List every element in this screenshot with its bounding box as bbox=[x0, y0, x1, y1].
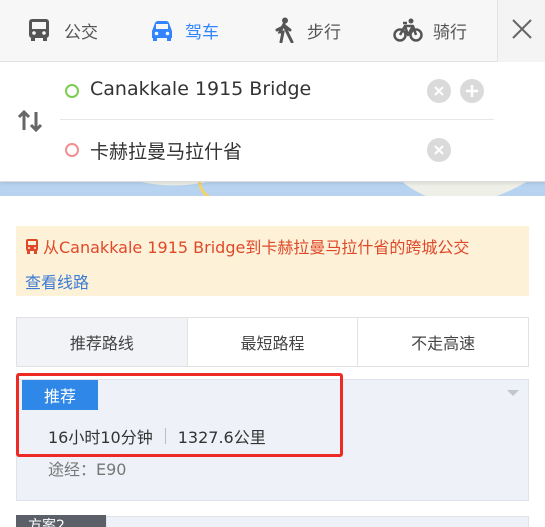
clear-icon bbox=[434, 86, 444, 96]
tab-walk-label: 步行 bbox=[307, 22, 341, 43]
close-button[interactable] bbox=[497, 0, 545, 62]
route-strategy-tabs: 推荐路线 最短路程 不走高速 bbox=[16, 317, 529, 367]
notice-text: 从Canakkale 1915 Bridge到卡赫拉曼马拉什省的跨城公交 bbox=[43, 238, 470, 257]
plan-duration: 16小时10分钟 bbox=[48, 428, 153, 447]
view-route-link[interactable]: 查看线路 bbox=[25, 269, 89, 293]
plan-summary: 16小时10分钟 1327.6公里 bbox=[48, 424, 266, 448]
swap-button[interactable] bbox=[16, 108, 44, 134]
destination-location-text[interactable]: 卡赫拉曼马拉什省 bbox=[90, 137, 242, 164]
bike-icon bbox=[393, 17, 423, 43]
plan-via-road: 途经：E90 bbox=[48, 460, 127, 479]
start-point-icon bbox=[65, 84, 79, 98]
divider bbox=[164, 428, 166, 444]
recommended-badge: 推荐 bbox=[22, 380, 98, 410]
tab-walk[interactable]: 步行 bbox=[271, 10, 341, 50]
start-field[interactable]: Canakkale 1915 Bridge bbox=[60, 62, 494, 120]
walk-icon bbox=[271, 17, 297, 43]
clear-destination-button[interactable] bbox=[427, 138, 451, 162]
plan-2-badge[interactable]: 方案2 bbox=[16, 515, 106, 527]
tab-avoid-highway[interactable]: 不走高速 bbox=[358, 318, 529, 366]
route-results: 从Canakkale 1915 Bridge到卡赫拉曼马拉什省的跨城公交 查看线… bbox=[0, 196, 545, 527]
add-waypoint-icon bbox=[466, 85, 478, 97]
notice-text-row: 从Canakkale 1915 Bridge到卡赫拉曼马拉什省的跨城公交 bbox=[24, 234, 469, 258]
tab-bus-label: 公交 bbox=[64, 22, 98, 43]
bus-icon bbox=[24, 238, 40, 255]
end-point-icon bbox=[65, 143, 79, 157]
tab-recommended-route[interactable]: 推荐路线 bbox=[17, 318, 188, 366]
clear-start-button[interactable] bbox=[427, 79, 451, 103]
start-location-text[interactable]: Canakkale 1915 Bridge bbox=[90, 78, 311, 100]
intercity-bus-notice: 从Canakkale 1915 Bridge到卡赫拉曼马拉什省的跨城公交 查看线… bbox=[16, 226, 529, 296]
tab-shortest-distance[interactable]: 最短路程 bbox=[187, 318, 359, 366]
plan-distance: 1327.6公里 bbox=[177, 428, 266, 447]
car-icon bbox=[149, 17, 175, 43]
travel-mode-bar: 公交 驾车 步行 骑行 bbox=[0, 0, 545, 62]
swap-icon bbox=[16, 109, 44, 138]
close-icon bbox=[511, 18, 533, 44]
route-plan-card[interactable]: 推荐 16小时10分钟 1327.6公里 途经：E90 bbox=[16, 379, 529, 501]
plan-2-card[interactable] bbox=[106, 516, 529, 527]
tab-bike-label: 骑行 bbox=[433, 22, 467, 43]
expand-caret-icon[interactable] bbox=[507, 390, 519, 396]
tab-car-label: 驾车 bbox=[185, 22, 219, 43]
clear-icon bbox=[434, 145, 444, 155]
tab-bike[interactable]: 骑行 bbox=[393, 10, 467, 50]
add-waypoint-button[interactable] bbox=[460, 79, 484, 103]
route-input-panel: Canakkale 1915 Bridge 卡赫拉曼马拉什省 bbox=[0, 62, 545, 182]
tab-car[interactable]: 驾车 bbox=[149, 10, 219, 50]
bus-icon bbox=[26, 17, 52, 43]
destination-field[interactable]: 卡赫拉曼马拉什省 bbox=[60, 121, 494, 179]
tab-bus[interactable]: 公交 bbox=[26, 10, 98, 50]
